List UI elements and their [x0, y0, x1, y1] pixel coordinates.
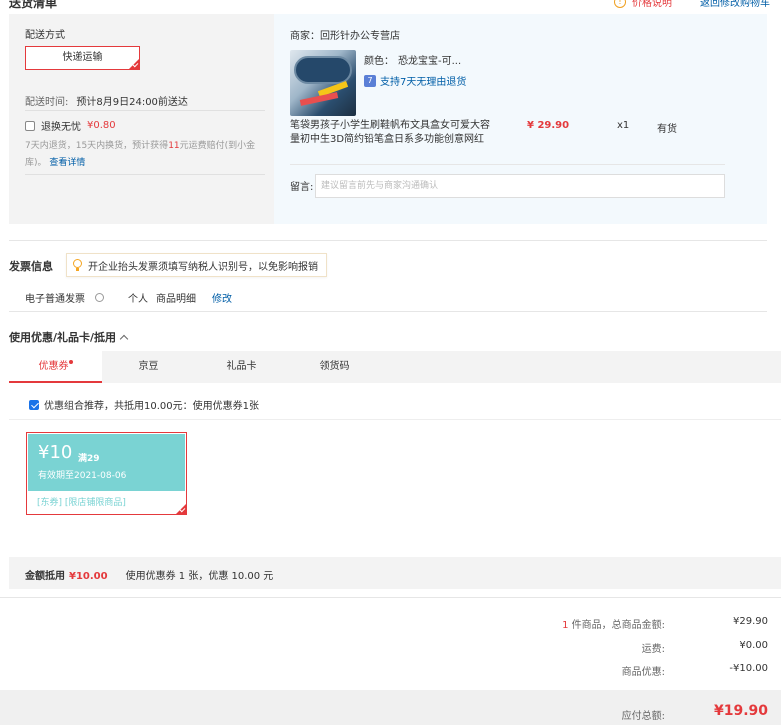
return-policy: 7 支持7天无理由退货 [364, 73, 466, 88]
product-color: 颜色： 恐龙宝宝-可... [364, 56, 462, 67]
items-total-label: 1 件商品，总商品金额: [562, 620, 665, 631]
tab-redeem-code[interactable]: 领货码 [288, 351, 381, 383]
coupon-expiry: 有效期至2021-08-06 [38, 471, 127, 481]
selected-check-icon [176, 504, 186, 514]
tab-gift-card[interactable]: 礼品卡 [195, 351, 288, 383]
worry-free-option[interactable]: 退换无忧 ¥0.80 [25, 118, 116, 133]
invoice-tip: 开企业抬头发票须填写纳税人识别号，以免影响报销 [66, 253, 327, 277]
shipping-method-label: 配送方式 [25, 30, 65, 41]
delivery-time: 配送时间: 预计8月9日24:00前送达 [25, 97, 188, 108]
coupon-section-toggle[interactable]: 使用优惠/礼品卡/抵用 [9, 329, 129, 345]
tab-coupons[interactable]: 优惠券 [9, 351, 102, 383]
divider [25, 174, 265, 175]
section-title-delivery-list: 送货清单 [9, 0, 58, 10]
price-note-link[interactable]: ! 价格说明 [614, 0, 672, 9]
shipping-fee-label: 运费: [641, 644, 665, 655]
coupon-card[interactable]: ¥10 满29 有效期至2021-08-06 [东券] [限店铺限商品] [26, 432, 187, 515]
discount-value: -¥10.00 [729, 663, 768, 674]
chevron-up-icon [119, 334, 129, 344]
stock-status: 有货 [657, 124, 677, 135]
return-badge-icon: 7 [364, 74, 376, 87]
discount-label: 商品优惠: [621, 667, 665, 678]
tab-jingdou[interactable]: 京豆 [102, 351, 195, 383]
worry-free-description: 7天内退货，15天内换货，预计获得11元运费赔付(到小金库)。 查看详情 [25, 141, 256, 168]
back-to-cart-link[interactable]: 返回修改购物车 [700, 0, 770, 9]
new-dot-icon [68, 360, 73, 364]
divider [9, 311, 767, 312]
invoice-edit-link[interactable]: 修改 [212, 290, 232, 305]
lightbulb-icon [73, 259, 82, 271]
grand-total-value: ¥19.90 [713, 703, 768, 719]
divider [290, 164, 725, 165]
product-image[interactable] [290, 50, 356, 116]
merchant-name: 商家：回形针办公专营店 [290, 31, 400, 42]
invoice-content: 商品明细 [156, 294, 196, 305]
invoice-details: 电子普通发票 个人 商品明细 修改 [25, 290, 232, 305]
divider [25, 110, 265, 111]
coupon-summary: 金额抵用 ¥10.00 使用优惠券 1 张，优惠 10.00 元 [25, 571, 274, 582]
product-quantity: x1 [617, 120, 630, 131]
message-label: 留言: [290, 182, 314, 193]
recommend-option[interactable]: 优惠组合推荐，共抵用10.00元：使用优惠券1张 [29, 397, 259, 412]
coupon-scope: [东券] [限店铺限商品] [37, 498, 126, 508]
worry-free-checkbox[interactable] [25, 120, 35, 131]
divider [9, 240, 767, 241]
divider [0, 597, 781, 598]
coupon-card-top: ¥10 满29 有效期至2021-08-06 [28, 434, 185, 491]
view-details-link[interactable]: 查看详情 [49, 158, 85, 168]
coupon-amount: ¥10 [38, 442, 73, 463]
help-icon[interactable] [95, 293, 104, 302]
pencil-case-shape [294, 56, 352, 84]
shipping-method-button[interactable]: 快递运输 [25, 46, 140, 70]
selected-check-icon [129, 59, 139, 69]
grand-total-label: 应付总额: [621, 711, 665, 722]
product-name[interactable]: 笔袋男孩子小学生刷鞋帆布文具盒女可爱大容量初中生3D简约铅笔盒日系多功能创意网红 [290, 119, 490, 147]
recommend-checkbox[interactable] [29, 399, 39, 410]
invoice-holder: 个人 [128, 294, 148, 305]
product-price: ¥ 29.90 [527, 120, 570, 131]
coupon-condition: 满29 [78, 454, 100, 464]
invoice-title: 发票信息 [9, 260, 53, 273]
invoice-type: 电子普通发票 [25, 290, 112, 305]
shipping-fee-value: ¥0.00 [739, 640, 768, 651]
message-input[interactable]: 建议留言前先与商家沟通确认 [315, 174, 725, 198]
info-icon: ! [614, 0, 626, 8]
items-total-value: ¥29.90 [733, 616, 768, 627]
